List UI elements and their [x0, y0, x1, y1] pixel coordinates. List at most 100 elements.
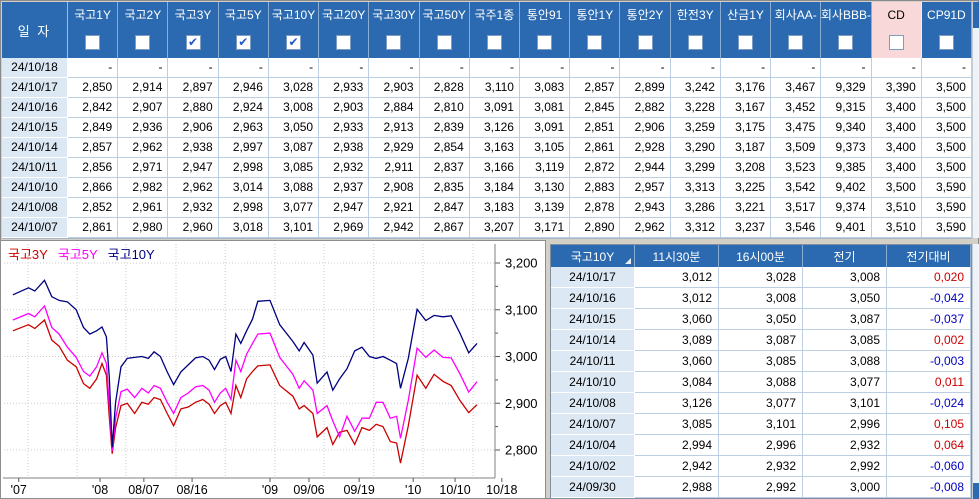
yield-cell: 3,081 [519, 98, 571, 118]
bond-yield-window: 일 자 국고1Y 국고2Y 국고3Y ✔ 국고5Y ✔ 국고10Y ✔ 국고20Y 국고30Y 국고5… [0, 0, 979, 499]
column-label: 산금1Y [727, 8, 764, 22]
yield-cell: 3,139 [519, 198, 571, 218]
yield-cell: 2,854 [419, 138, 470, 158]
yield-cell: - [519, 58, 571, 78]
date-cell: 24/10/02 [551, 456, 635, 477]
yield-cell: 3,242 [670, 78, 721, 98]
series-checkbox[interactable]: ✔ [185, 35, 201, 50]
value-prev: 3,101 [803, 393, 887, 414]
series-checkbox[interactable] [687, 35, 703, 50]
value-1130: 3,089 [635, 330, 719, 351]
checkbox-cell [922, 27, 971, 58]
series-checkbox[interactable] [888, 35, 904, 50]
header-1130[interactable]: 11시30분 [635, 245, 719, 267]
yield-cell: - [68, 58, 119, 78]
yield-cell: 3,237 [720, 218, 772, 238]
yield-cell: - [118, 58, 169, 78]
yield-cell: 2,962 [168, 178, 219, 198]
header-instrument[interactable]: 국고10Y [551, 245, 635, 267]
value-change: 0,002 [887, 330, 971, 351]
series-checkbox[interactable] [788, 35, 804, 50]
yield-cell: 2,971 [118, 158, 169, 178]
series-checkbox[interactable] [85, 35, 101, 50]
yield-cell: 3,028 [268, 78, 320, 98]
scrollbar-thumb[interactable] [973, 483, 979, 499]
value-1130: 3,012 [635, 267, 719, 288]
yield-cell: 2,849 [68, 118, 119, 138]
series-checkbox[interactable] [637, 35, 653, 50]
series-checkbox[interactable] [386, 35, 402, 50]
column-header: CP91D [922, 2, 972, 58]
intraday-10y-table: 국고10Y 11시30분 16시00분 전기 전기대비 24/10/17 3,01… [550, 244, 972, 499]
value-change: -0,003 [887, 351, 971, 372]
yield-cell: 3,400 [871, 118, 922, 138]
series-checkbox[interactable] [737, 35, 753, 50]
yield-cell: 3,175 [720, 118, 772, 138]
column-header: 국고30Y [369, 2, 420, 58]
yield-cell: 2,842 [68, 98, 119, 118]
yield-cell: 3,546 [771, 218, 822, 238]
series-checkbox[interactable]: ✔ [235, 35, 251, 50]
top-table-scrollbar[interactable] [972, 2, 979, 238]
yield-cell: 3,228 [670, 98, 721, 118]
column-label: 국고1Y [74, 8, 111, 22]
series-checkbox[interactable] [486, 35, 502, 50]
date-cell: 24/10/11 [551, 351, 635, 372]
yield-cell: 2,957 [620, 178, 671, 198]
column-header: 국주1종 [470, 2, 520, 58]
checkbox-cell: ✔ [269, 27, 318, 58]
value-change: 0,105 [887, 414, 971, 435]
checkbox-cell [872, 27, 921, 58]
yield-cell: 3,085 [268, 158, 320, 178]
header-1600[interactable]: 16시00분 [719, 245, 803, 267]
yield-cell: 3,390 [871, 78, 922, 98]
yield-cell: - [871, 58, 922, 78]
yield-cell: 2,960 [168, 218, 219, 238]
series-checkbox[interactable] [938, 35, 954, 50]
series-checkbox[interactable]: ✔ [285, 35, 301, 50]
yield-row: 24/10/16 2,842 2,907 2,880 2,924 3,008 2,903 2,… [2, 98, 972, 118]
series-checkbox[interactable] [336, 35, 352, 50]
series-checkbox[interactable] [838, 35, 854, 50]
svg-text:09/19: 09/19 [343, 483, 374, 497]
yield-cell: 3,517 [771, 198, 822, 218]
yield-chart-panel: 3,200 3,100 3,000 2,900 2,800 '07 '08 08/07 08/1… [0, 240, 546, 499]
svg-text:10/18: 10/18 [486, 483, 517, 497]
yield-cell: 3,171 [519, 218, 571, 238]
intraday-row: 24/10/16 3,012 3,008 3,050 -0,042 [551, 288, 971, 309]
yield-cell: 2,936 [118, 118, 169, 138]
column-header: 국고20Y [319, 2, 370, 58]
yield-cell: 2,861 [570, 138, 621, 158]
value-1130: 2,988 [635, 477, 719, 498]
yield-cell: 3,400 [871, 158, 922, 178]
legend-item-10y: 국고10Y [107, 247, 155, 262]
yield-cell: 3,221 [720, 198, 772, 218]
header-prev[interactable]: 전기 [803, 245, 887, 267]
series-checkbox[interactable] [436, 35, 452, 50]
yield-cell: 2,872 [570, 158, 621, 178]
header-change[interactable]: 전기대비 [887, 245, 971, 267]
yield-cell: 3,130 [519, 178, 571, 198]
series-checkbox[interactable] [587, 35, 603, 50]
yield-cell: 3,509 [771, 138, 822, 158]
column-header: 회사AA- [771, 2, 822, 58]
scrollbar-thumb[interactable] [973, 2, 979, 28]
column-label: 국고20Y [322, 8, 366, 22]
yield-cell: 3,207 [469, 218, 520, 238]
yield-cell: 3,510 [871, 218, 922, 238]
yield-cell: 2,924 [218, 98, 269, 118]
value-prev: 3,077 [803, 372, 887, 393]
intraday-table-scrollbar[interactable] [972, 244, 979, 499]
intraday-row: 24/10/15 3,060 3,050 3,087 -0,037 [551, 309, 971, 330]
yield-row: 24/10/07 2,861 2,980 2,960 3,018 3,101 2,969 2,… [2, 218, 972, 238]
yield-cell: 2,938 [168, 138, 219, 158]
value-change: -0,037 [887, 309, 971, 330]
yield-cell: 3,087 [268, 138, 320, 158]
yield-cell: 2,878 [570, 198, 621, 218]
yield-cell: 2,850 [68, 78, 119, 98]
yield-cell: 2,928 [620, 138, 671, 158]
yield-cell: - [771, 58, 822, 78]
series-checkbox[interactable] [537, 35, 553, 50]
checkbox-cell [470, 27, 519, 58]
series-checkbox[interactable] [135, 35, 151, 50]
